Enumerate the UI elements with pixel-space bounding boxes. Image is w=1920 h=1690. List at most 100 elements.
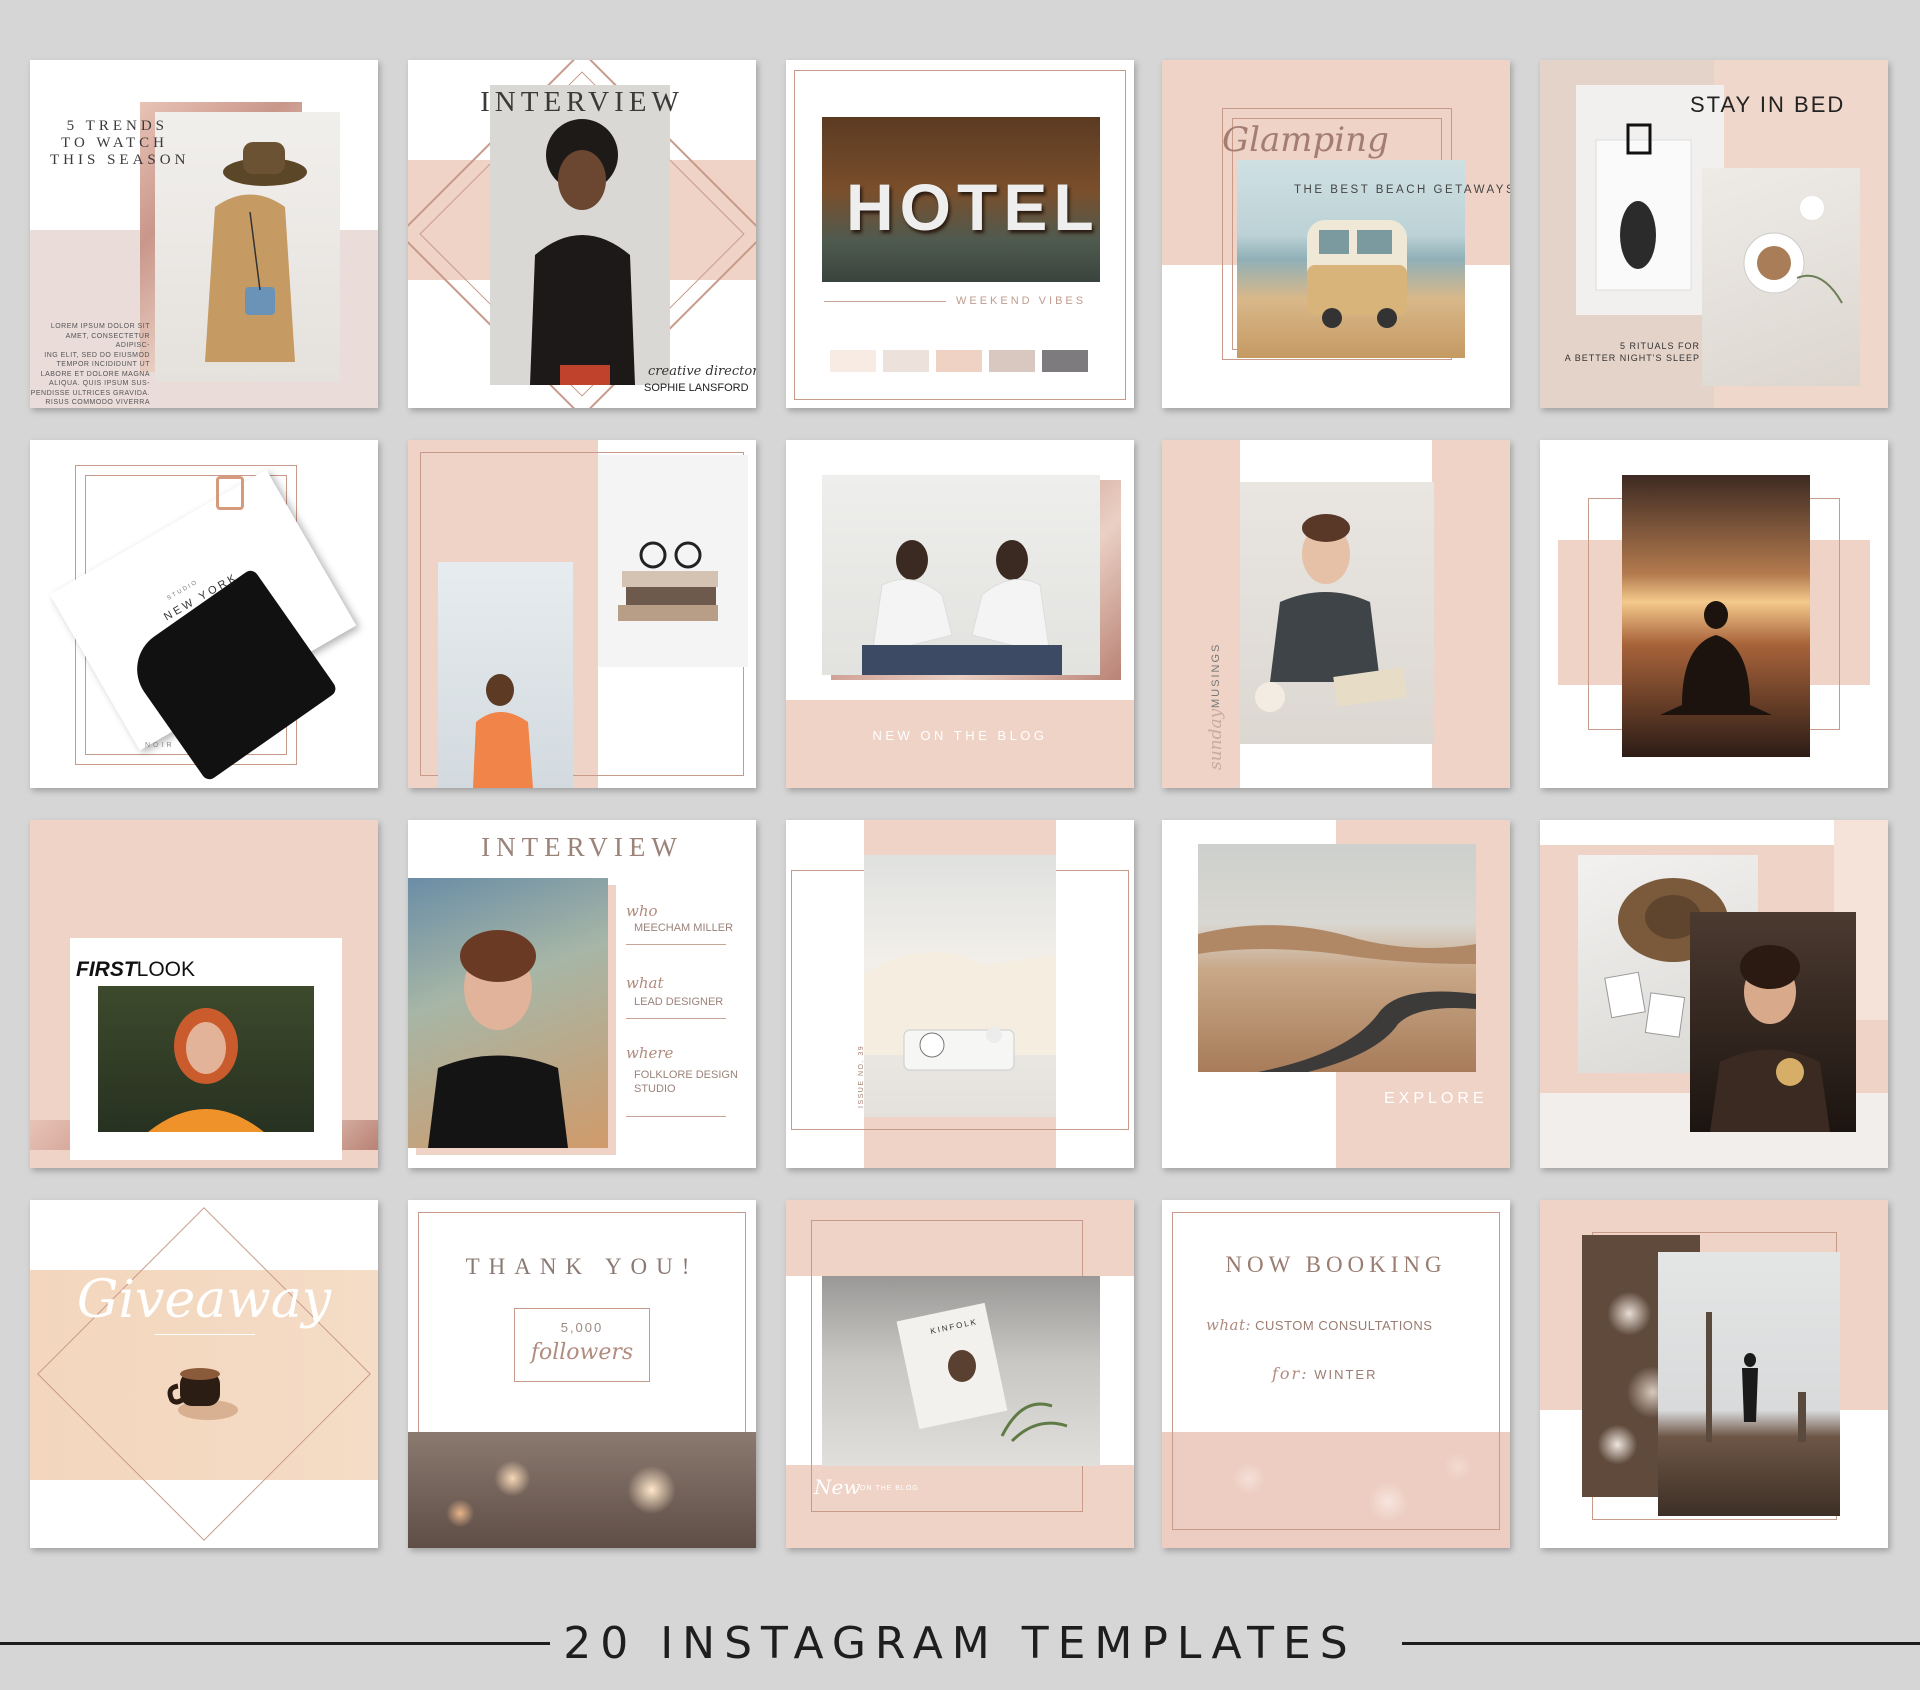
template-glamping[interactable]: Glamping THE BEST BEACH GETAWAYS: [1162, 60, 1510, 408]
glamping-script: Glamping: [1222, 120, 1389, 160]
template-sunday-musings[interactable]: sunday MUSINGS: [1162, 440, 1510, 788]
photo-glasses-books: [598, 455, 748, 667]
photo-woman-sparkler: [1690, 912, 1856, 1132]
color-swatch: [1042, 350, 1088, 372]
caption-line: A BETTER NIGHT'S SLEEP: [1564, 353, 1700, 363]
new-script: New: [814, 1475, 861, 1499]
for-value: WINTER: [1314, 1367, 1378, 1382]
musings-label: MUSINGS: [1210, 642, 1222, 708]
template-pier[interactable]: [1540, 1200, 1888, 1548]
interviewee-name: SOPHIE LANSFORD: [644, 382, 749, 394]
divider: [155, 1334, 255, 1335]
divider: [626, 1018, 726, 1019]
divider: [626, 944, 726, 945]
template-hotel[interactable]: HOTEL WEEKEND VIBES: [786, 60, 1134, 408]
color-swatch: [883, 350, 929, 372]
photo-woman-hallway: [438, 562, 573, 788]
coffee-cup-icon: [158, 1350, 248, 1430]
on-the-blog-label: ON THE BLOG: [860, 1485, 919, 1492]
sunday-script: sunday: [1206, 708, 1226, 770]
template-meditation[interactable]: [1540, 440, 1888, 788]
weekend-caption: WEEKEND VIBES: [956, 295, 1087, 307]
issue-label: ISSUE NO. 39: [858, 1044, 865, 1108]
template-issue-39[interactable]: ISSUE NO. 39: [786, 820, 1134, 1168]
photo-woman-reading: [1240, 482, 1434, 744]
hotel-sign-text: HOTEL: [846, 170, 1100, 244]
photo-woman-black-top: [408, 878, 608, 1148]
now-booking-title: NOW BOOKING: [1225, 1252, 1447, 1277]
follower-count: 5,000: [560, 1320, 604, 1335]
template-interview-meecham[interactable]: INTERVIEW who MEECHAM MILLER what LEAD D…: [408, 820, 756, 1168]
value-what: LEAD DESIGNER: [634, 996, 724, 1008]
pink-band: [786, 700, 1134, 788]
thank-you-title: THANK YOU!: [465, 1254, 699, 1279]
photo-sparkler-bokeh: [408, 1432, 756, 1548]
body-line: AMET, CONSECTETUR ADIPISC-: [65, 332, 150, 350]
photo-pier-figure: [1658, 1252, 1840, 1516]
explore-caption: EXPLORE: [1384, 1090, 1488, 1107]
label-what: what: [626, 974, 664, 992]
template-explore[interactable]: EXPLORE: [1162, 820, 1510, 1168]
value-who: MEECHAM MILLER: [634, 922, 734, 934]
template-new-on-blog[interactable]: NEW ON THE BLOG: [786, 440, 1134, 788]
photo-meditation-sunset: [1622, 475, 1810, 757]
template-5-trends[interactable]: 5 TRENDS TO WATCH THIS SEASON LOREM IPSU…: [30, 60, 378, 408]
template-thank-you[interactable]: THANK YOU! 5,000 followers: [408, 1200, 756, 1548]
template-now-booking[interactable]: NOW BOOKING what: CUSTOM CONSULTATIONS f…: [1162, 1200, 1510, 1548]
body-line: LOREM IPSUM DOLOR SIT: [50, 323, 150, 330]
caption-line: 5 RITUALS FOR: [1619, 341, 1700, 351]
pink-left: [1162, 440, 1240, 788]
color-swatch: [989, 350, 1035, 372]
pink-right: [1432, 440, 1510, 788]
binder-clip-icon: [216, 476, 244, 510]
heading-line: THIS SEASON: [50, 152, 190, 168]
card-footer: NOIR: [145, 742, 175, 749]
look-word: LOOK: [136, 958, 196, 981]
photo-bed-tray: [864, 855, 1056, 1117]
what-label: what:: [1206, 1316, 1252, 1334]
caption-rule: [824, 301, 946, 302]
first-look-title: FIRSTLOOK: [76, 958, 195, 982]
body-line: ING ELIT, SED DO EIUSMOD: [44, 351, 150, 359]
photo-redhead: [98, 986, 314, 1132]
template-giveaway[interactable]: Giveaway: [30, 1200, 378, 1548]
template-new-york[interactable]: STUDIO NEW YORK NOIR: [30, 440, 378, 788]
stay-in-bed-title: STAY IN BED: [1690, 92, 1846, 117]
photo-two-women: [822, 475, 1100, 675]
body-line: RISUS COMMODO VIVERRA: [45, 399, 150, 406]
label-where: where: [626, 1044, 674, 1062]
divider: [626, 1116, 726, 1117]
photo-magazine-table: KINFOLK: [822, 1276, 1100, 1466]
value-where: FOLKLORE DESIGN STUDIO: [634, 1069, 738, 1095]
template-stay-in-bed[interactable]: STAY IN BED 5 RITUALS FOR A BETTER NIGHT…: [1540, 60, 1888, 408]
interview-title: INTERVIEW: [481, 832, 683, 862]
blog-caption: NEW ON THE BLOG: [872, 728, 1048, 743]
interview-title: INTERVIEW: [480, 86, 684, 118]
body-line: LABORE ET DOLORE MAGNA: [40, 370, 150, 378]
body-line: ALIQUA. QUIS IPSUM SUS-: [49, 380, 150, 387]
for-label: for:: [1272, 1364, 1309, 1383]
photo-bed-coffee: [1702, 168, 1860, 386]
giveaway-script: Giveaway: [76, 1270, 332, 1330]
template-books[interactable]: [408, 440, 756, 788]
template-collage[interactable]: [1540, 820, 1888, 1168]
color-swatch: [936, 350, 982, 372]
beach-caption: THE BEST BEACH GETAWAYS: [1294, 184, 1510, 196]
body-line: PENDISSE ULTRICES GRAVIDA.: [30, 389, 150, 397]
template-interview-sophie[interactable]: INTERVIEW creative director SOPHIE LANSF…: [408, 60, 756, 408]
footer-title: 20 INSTAGRAM TEMPLATES: [563, 1618, 1357, 1669]
photo-portrait-woman: [490, 85, 670, 385]
first-word: FIRST: [76, 958, 137, 981]
photo-desert-road: [1198, 844, 1476, 1072]
label-who: who: [626, 902, 658, 920]
template-new-blog-book[interactable]: KINFOLK New ON THE BLOG: [786, 1200, 1134, 1548]
color-swatch: [830, 350, 876, 372]
photo-hotel-sign: HOTEL: [822, 117, 1100, 282]
what-value: CUSTOM CONSULTATIONS: [1255, 1318, 1433, 1333]
heading-line: 5 TRENDS: [66, 118, 168, 134]
body-line: TEMPOR INCIDIDUNT UT: [56, 361, 150, 368]
template-first-look[interactable]: FIRSTLOOK: [30, 820, 378, 1168]
followers-script: followers: [530, 1340, 634, 1365]
heading-line: TO WATCH: [61, 135, 168, 151]
role-label: creative director: [648, 364, 756, 379]
